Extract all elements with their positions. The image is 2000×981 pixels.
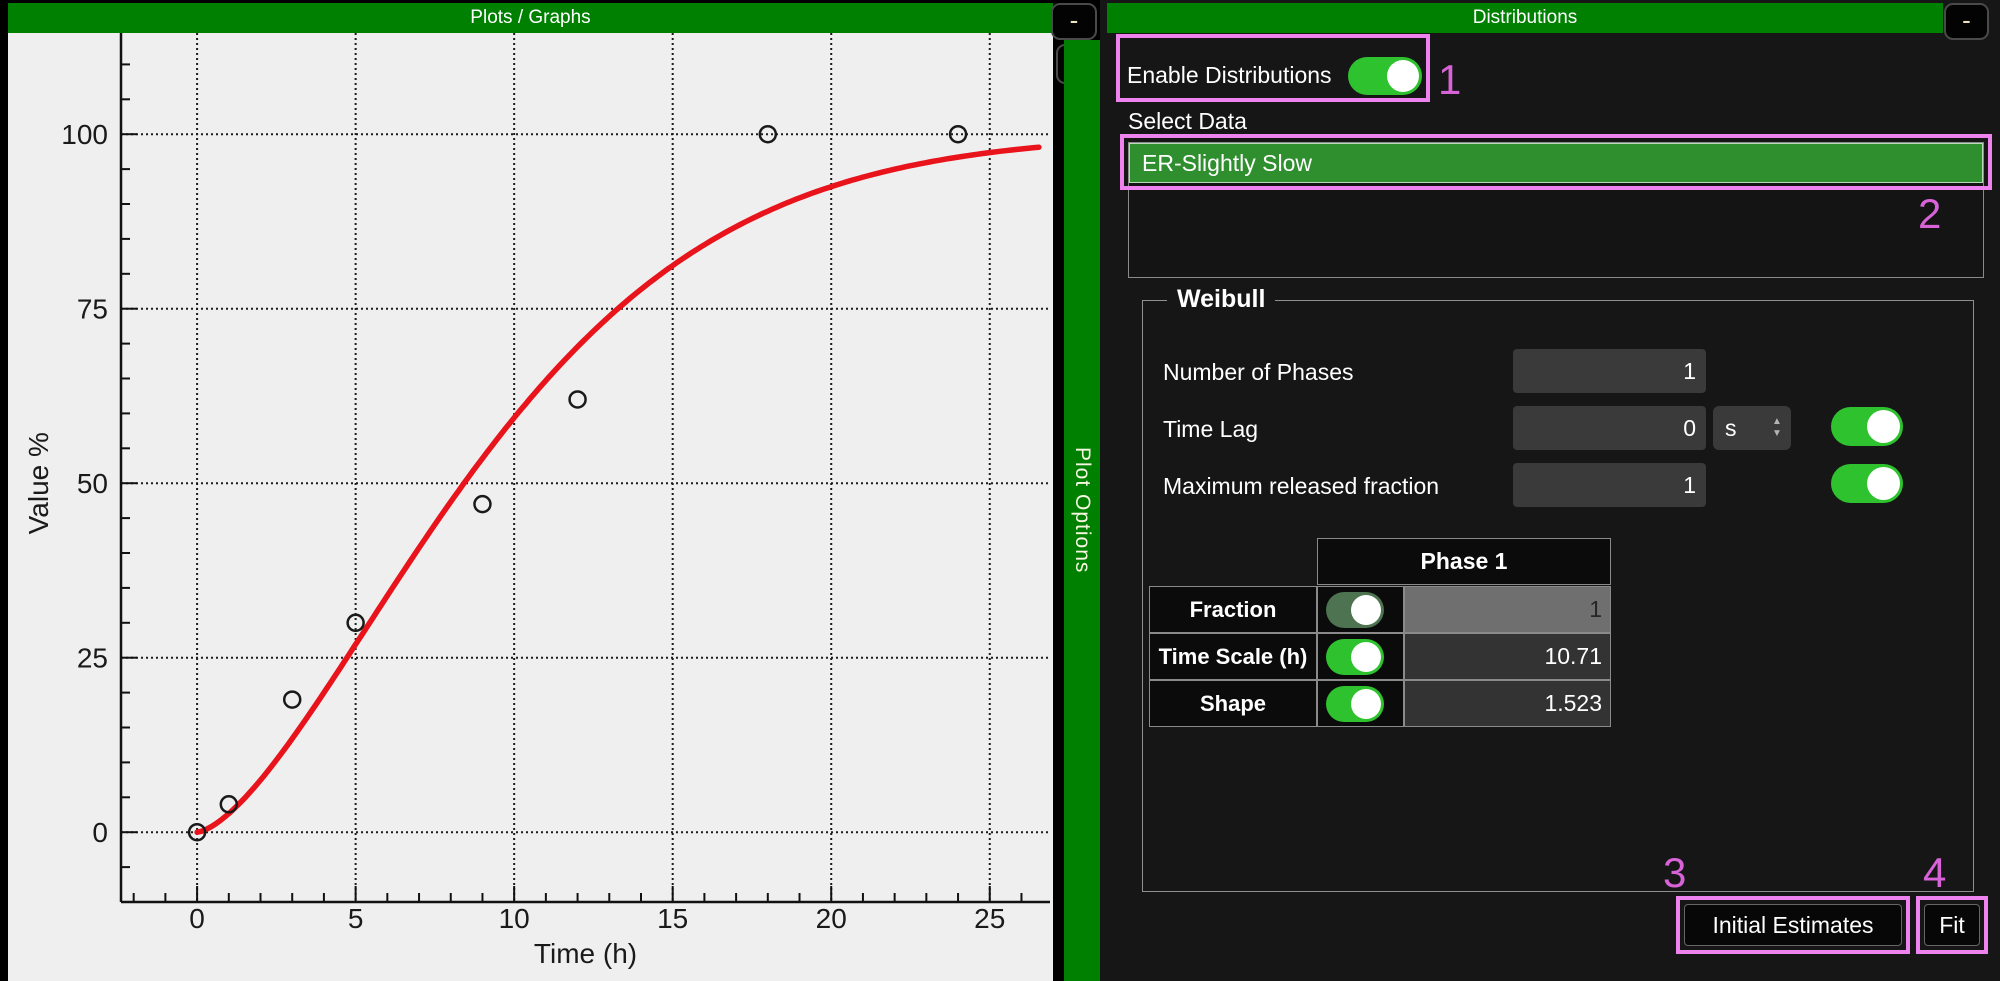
minus-icon: - (1070, 5, 1079, 35)
time-lag-input[interactable]: 0 (1513, 406, 1706, 450)
time-lag-label: Time Lag (1163, 416, 1258, 443)
max-released-fraction-label: Maximum released fraction (1163, 473, 1439, 500)
plot-canvas[interactable]: 0 5 10 15 20 25 0 25 50 75 100 Time (h) Value % (8, 33, 1053, 981)
select-data-label: Select Data (1128, 108, 1247, 135)
app-window: Plots / Graphs 05101520250255075100Time … (0, 0, 2000, 981)
time-lag-toggle[interactable] (1831, 407, 1903, 446)
plots-panel-title: Plots / Graphs (470, 7, 590, 28)
time-lag-unit: s (1725, 415, 1737, 441)
annotation-number-4: 4 (1923, 849, 1946, 897)
annotation-number-3: 3 (1663, 849, 1686, 897)
enable-distributions-toggle[interactable] (1348, 57, 1422, 95)
time-scale-toggle-cell (1317, 633, 1404, 680)
plots-panel-titlebar: Plots / Graphs (8, 3, 1053, 33)
fit-button[interactable]: Fit (1924, 904, 1980, 946)
fraction-row-label: Fraction (1149, 586, 1317, 633)
shape-value-cell[interactable]: 1.523 (1404, 680, 1611, 727)
svg-text:50: 50 (77, 468, 108, 499)
time-scale-fit-toggle[interactable] (1326, 639, 1384, 675)
svg-text:15: 15 (657, 903, 688, 934)
time-scale-value-cell[interactable]: 10.71 (1404, 633, 1611, 680)
svg-text:0: 0 (189, 903, 205, 934)
svg-text:Time (h): Time (h) (534, 938, 637, 969)
distributions-title: Distributions (1473, 7, 1578, 28)
weibull-groupbox: Weibull Number of Phases 1 Time Lag 0 s … (1142, 300, 1974, 892)
svg-text:75: 75 (77, 294, 108, 325)
spinner-up-icon[interactable] (1772, 417, 1782, 427)
phase-column-header: Phase 1 (1317, 538, 1611, 585)
collapse-distributions-button[interactable]: - (1944, 3, 1989, 40)
fraction-value-cell[interactable]: 1 (1404, 586, 1611, 633)
annotation-number-2: 2 (1918, 190, 1941, 238)
svg-text:5: 5 (348, 903, 364, 934)
data-list-item-selected[interactable]: ER-Slightly Slow (1129, 143, 1983, 183)
data-list[interactable]: ER-Slightly Slow (1128, 142, 1984, 278)
max-released-fraction-input[interactable]: 1 (1513, 463, 1706, 507)
data-list-item-label: ER-Slightly Slow (1142, 150, 1312, 176)
fraction-fit-toggle[interactable] (1326, 592, 1384, 628)
collapse-plots-button[interactable]: - (1051, 3, 1097, 40)
number-of-phases-input[interactable]: 1 (1513, 349, 1706, 393)
enable-distributions-label: Enable Distributions (1127, 62, 1332, 89)
annotation-number-1: 1 (1438, 56, 1461, 104)
dissolution-plot: 0 5 10 15 20 25 0 25 50 75 100 Time (h) Value % (8, 33, 1053, 981)
max-released-fraction-toggle[interactable] (1831, 464, 1903, 503)
svg-text:100: 100 (61, 119, 108, 150)
time-lag-unit-spinner[interactable]: s (1713, 406, 1791, 450)
spinner-down-icon[interactable] (1772, 429, 1782, 439)
initial-estimates-button[interactable]: Initial Estimates (1684, 904, 1902, 946)
weibull-legend: Weibull (1167, 285, 1275, 314)
distributions-titlebar: Distributions (1107, 3, 1943, 33)
svg-text:Value %: Value % (23, 432, 54, 534)
time-scale-row-label: Time Scale (h) (1149, 633, 1317, 680)
shape-row-label: Shape (1149, 680, 1317, 727)
svg-text:25: 25 (974, 903, 1005, 934)
minus-icon: - (1962, 5, 1971, 35)
shape-toggle-cell (1317, 680, 1404, 727)
svg-text:25: 25 (77, 643, 108, 674)
number-of-phases-label: Number of Phases (1163, 359, 1353, 386)
svg-text:0: 0 (92, 817, 108, 848)
plot-options-tab[interactable]: Plot Options (1064, 40, 1100, 981)
svg-text:10: 10 (499, 903, 530, 934)
fraction-toggle-cell (1317, 586, 1404, 633)
shape-fit-toggle[interactable] (1326, 686, 1384, 722)
plot-options-tab-label: Plot Options (1070, 447, 1094, 573)
svg-text:20: 20 (816, 903, 847, 934)
